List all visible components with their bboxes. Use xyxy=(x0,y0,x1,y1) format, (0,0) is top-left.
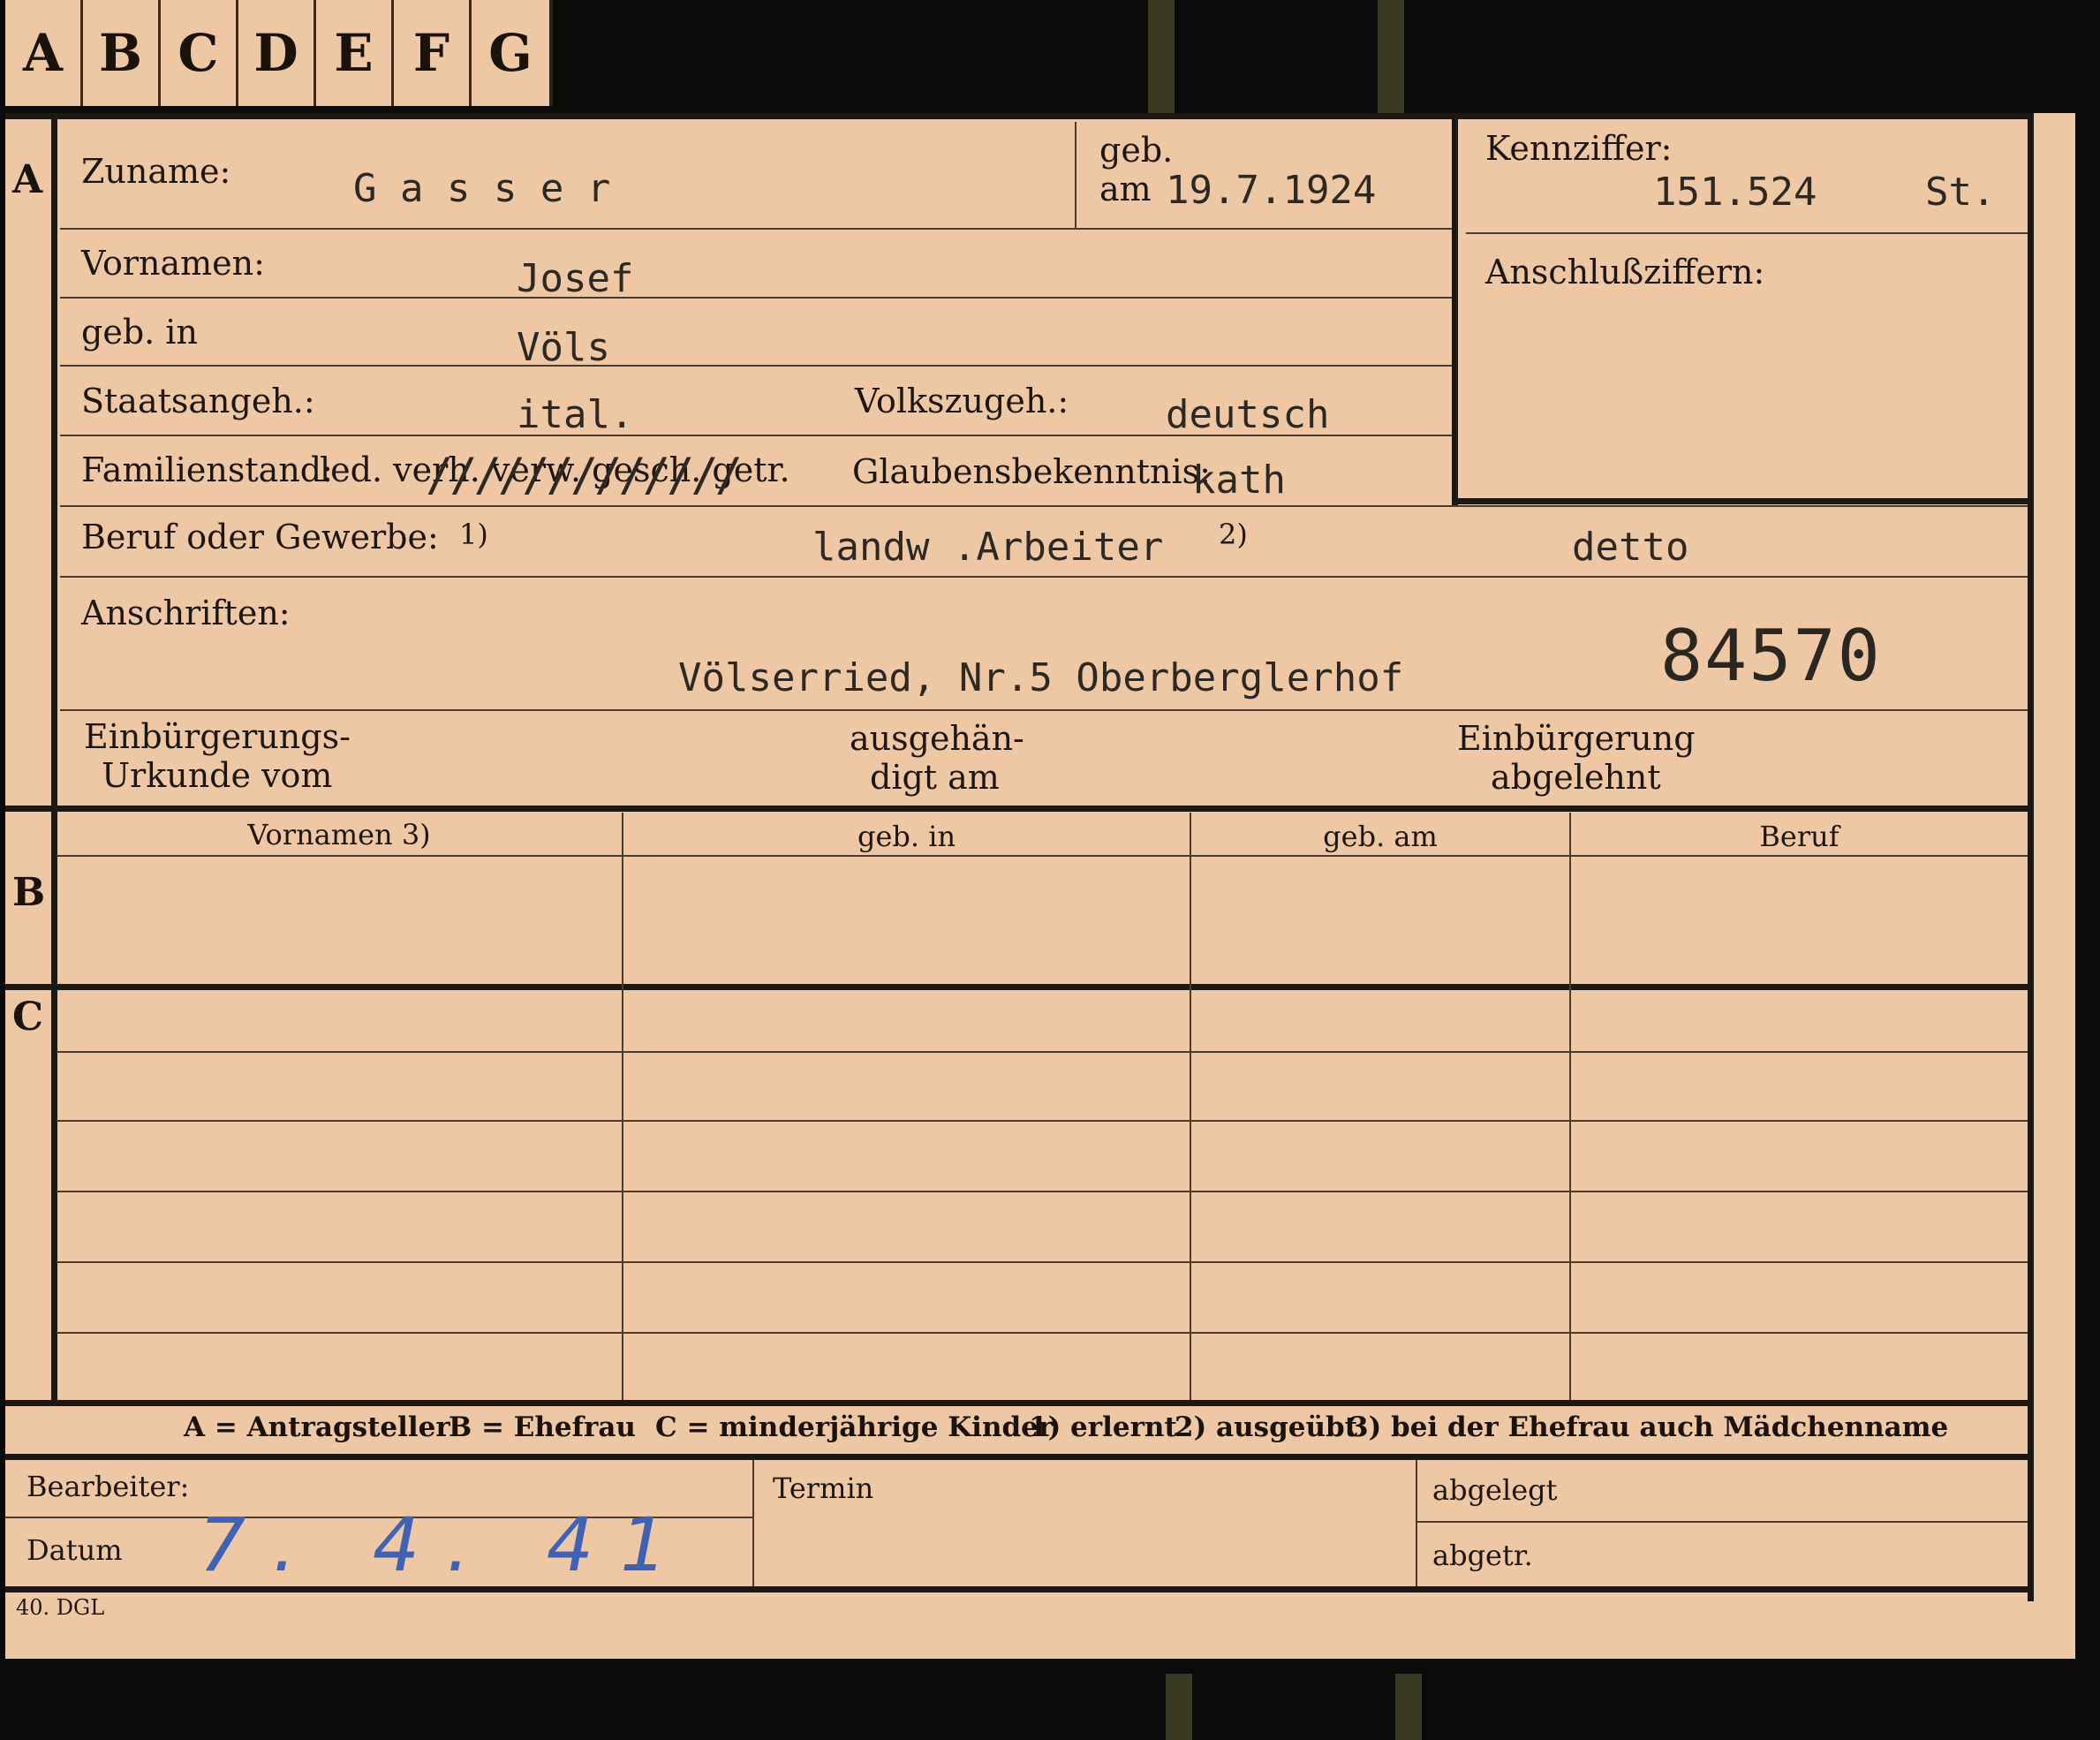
bearbeiter-label: Bearbeiter: xyxy=(26,1470,190,1503)
card-right-border xyxy=(2028,113,2034,1601)
anschrift-value[interactable]: Völserried, Nr.5 Oberberglerhof xyxy=(678,655,1403,700)
kennziffer-box-bottom-border xyxy=(1452,498,2028,504)
table-row-line-2 xyxy=(57,1120,2028,1122)
zuname-value[interactable]: G a s s e r xyxy=(353,166,610,211)
section-label-b: B xyxy=(12,870,46,915)
stamp-number: 84570 xyxy=(1660,615,1882,697)
table-row-line-1 xyxy=(57,1051,2028,1053)
scan-edge-mark-bottom xyxy=(1166,1674,1192,1740)
einbuergerungs-urkunde-label-2: Urkunde vom xyxy=(102,756,333,795)
index-tab-f[interactable]: F xyxy=(394,0,472,106)
einbuergerung-abgelehnt-label-2: abgelehnt xyxy=(1491,758,1661,797)
index-tab-g[interactable]: G xyxy=(472,0,549,106)
geb-in-value[interactable]: Völs xyxy=(517,325,610,370)
table-row-line-3 xyxy=(57,1191,2028,1192)
geb-in-label: geb. in xyxy=(81,313,198,352)
row-line-gebin xyxy=(60,365,1452,367)
beruf-note-1: 1) xyxy=(459,518,488,551)
table-header-line xyxy=(57,855,2028,857)
einbuergerungs-urkunde-label-1: Einbürgerungs- xyxy=(84,717,351,756)
index-tab-b[interactable]: B xyxy=(83,0,161,106)
kennziffer-label: Kennziffer: xyxy=(1485,129,1673,168)
vornamen-label: Vornamen: xyxy=(81,244,265,283)
termin-label: Termin xyxy=(773,1471,874,1505)
scan-edge-mark-bottom-2 xyxy=(1395,1674,1422,1740)
anschlussziffern-label: Anschlußziffern: xyxy=(1485,253,1765,291)
volkszugeh-label: Volkszugeh.: xyxy=(855,382,1069,420)
footer-divider-2 xyxy=(1416,1460,1417,1591)
legend-note-1: 1) erlernt xyxy=(1029,1411,1177,1443)
kennziffer-value[interactable]: 151.524 xyxy=(1653,170,1817,215)
table-header-geb-in: geb. in xyxy=(857,820,956,853)
am-label: am xyxy=(1099,170,1152,208)
beruf-label: Beruf oder Gewerbe: xyxy=(81,518,439,556)
volkszugeh-value[interactable]: deutsch xyxy=(1166,392,1329,437)
datum-label: Datum xyxy=(26,1533,123,1567)
table-col-divider-2 xyxy=(1190,813,1191,1400)
beruf-value[interactable]: landw .Arbeiter xyxy=(812,525,1163,570)
geb-am-divider xyxy=(1075,122,1076,228)
table-row-line-5 xyxy=(57,1332,2028,1334)
vornamen-value[interactable]: Josef xyxy=(517,256,633,301)
section-a-bottom-border xyxy=(5,806,2033,812)
kennziffer-box-left-border xyxy=(1452,113,1458,506)
staatsangeh-label: Staatsangeh.: xyxy=(81,382,315,420)
datum-value[interactable]: 7. 4. 41 xyxy=(199,1502,694,1588)
row-line-anschriften xyxy=(60,709,2028,711)
table-col-divider-3 xyxy=(1569,813,1571,1400)
table-header-vornamen: Vornamen 3) xyxy=(247,818,431,851)
scan-edge-mark-top xyxy=(1148,0,1175,113)
table-header-beruf: Beruf xyxy=(1759,820,1839,853)
row-line-vornamen xyxy=(60,297,1452,299)
ausgehaendigt-label-2: digt am xyxy=(870,758,1000,797)
index-tab-a[interactable]: A xyxy=(5,0,83,106)
beruf-note-2: 2) xyxy=(1219,518,1248,551)
einbuergerung-abgelehnt-label-1: Einbürgerung xyxy=(1457,719,1696,758)
legend-bottom-border xyxy=(5,1454,2033,1460)
legend-top-border xyxy=(5,1400,2033,1406)
table-header-geb-am: geb. am xyxy=(1323,820,1438,853)
kennziffer-suffix: St. xyxy=(1925,170,1996,215)
legend-ehefrau: B = Ehefrau xyxy=(449,1411,636,1443)
section-column-border xyxy=(51,113,57,1403)
index-tabs: A B C D E F G xyxy=(5,0,553,106)
abgetr-label: abgetr. xyxy=(1432,1539,1533,1572)
anschriften-label: Anschriften: xyxy=(81,594,291,632)
legend-note-3: 3) bei der Ehefrau auch Mädchenname xyxy=(1349,1411,1949,1443)
form-number: 40. DGL xyxy=(16,1595,105,1620)
ausgehaendigt-label-1: ausgehän- xyxy=(850,719,1024,758)
legend-antragsteller: A = Antragsteller xyxy=(184,1411,450,1443)
footer-line-abgelegt xyxy=(1416,1521,2028,1523)
section-label-a: A xyxy=(12,157,43,202)
section-label-c: C xyxy=(12,995,44,1040)
zuname-label: Zuname: xyxy=(81,152,231,191)
geb-label: geb. xyxy=(1099,131,1174,170)
kennziffer-divider xyxy=(1466,232,2028,234)
row-line-zuname xyxy=(60,228,1452,230)
beruf-value-2[interactable]: detto xyxy=(1572,525,1688,570)
index-tab-d[interactable]: D xyxy=(238,0,316,106)
table-row-line-4 xyxy=(57,1261,2028,1263)
section-b-bottom-border xyxy=(5,984,2033,990)
row-line-beruf xyxy=(60,576,2028,578)
staatsangeh-value[interactable]: ital. xyxy=(517,392,633,437)
familienstand-label: Familienstand: xyxy=(81,450,333,489)
geb-am-value[interactable]: 19.7.1924 xyxy=(1166,168,1376,213)
glaubensbekenntnis-value[interactable]: kath xyxy=(1192,458,1286,503)
index-tab-e[interactable]: E xyxy=(316,0,394,106)
scan-edge-mark-top-2 xyxy=(1378,0,1404,113)
footer-divider-1 xyxy=(752,1460,754,1591)
index-tab-c[interactable]: C xyxy=(161,0,238,106)
table-col-divider-1 xyxy=(622,813,623,1400)
abgelegt-label: abgelegt xyxy=(1432,1473,1558,1507)
card-top-border xyxy=(5,113,2033,119)
row-line-familienstand xyxy=(60,505,2028,507)
glaubensbekenntnis-label: Glaubensbekenntnis: xyxy=(852,452,1211,491)
legend-kinder: C = minderjährige Kinder xyxy=(655,1411,1054,1443)
familienstand-marks: ///////////// xyxy=(426,449,743,502)
legend-note-2: 2) ausgeübt xyxy=(1175,1411,1358,1443)
